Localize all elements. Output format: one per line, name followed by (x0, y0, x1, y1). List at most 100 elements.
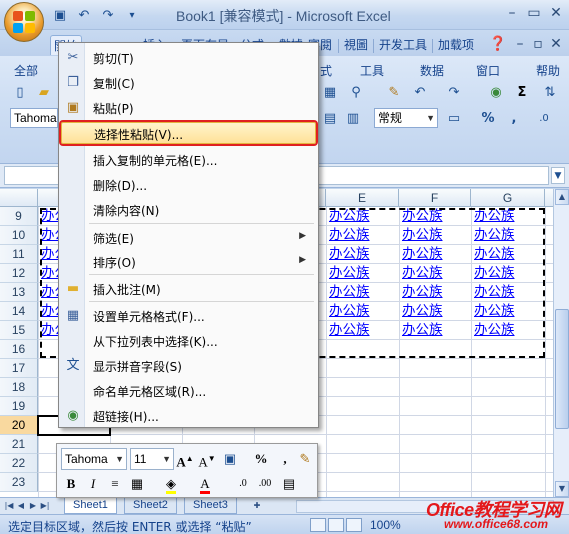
row-header-15[interactable]: 15 (0, 321, 38, 340)
redo-icon[interactable]: ↷ (98, 6, 118, 24)
sort-icon[interactable]: ⇅ (540, 82, 560, 102)
number-format-combo[interactable]: 常规 ▼ (374, 108, 438, 128)
close-icon[interactable]: ✕ (544, 3, 568, 23)
column-header-g[interactable]: G (471, 189, 545, 207)
row-header-17[interactable]: 17 (0, 359, 38, 378)
save-icon[interactable]: ▣ (50, 6, 70, 24)
last-sheet-icon[interactable]: ▶| (40, 500, 50, 512)
open-folder-icon[interactable]: ▰ (34, 82, 54, 102)
row-header-21[interactable]: 21 (0, 435, 38, 454)
menu-item-sort[interactable]: 排序(O) ▶ (61, 251, 316, 273)
merge-center-icon[interactable]: ▤ (320, 108, 340, 128)
bold-button[interactable]: B (61, 474, 81, 494)
menu-item-copy[interactable]: ❐ 复制(C) (61, 72, 316, 94)
menu-item-clear-contents[interactable]: 清除内容(N) (61, 199, 316, 221)
menu-item-insert-copied-cells[interactable]: 插入复制的单元格(E)... (61, 149, 316, 171)
menu-item-paste-special[interactable]: 选择性粘贴(V)... (59, 120, 318, 146)
menu-help[interactable]: 帮助 (536, 62, 560, 79)
tab-view[interactable]: 視圖 (341, 35, 371, 55)
sheet-tab-2[interactable]: Sheet2 (124, 498, 177, 514)
sheet-tab-1[interactable]: Sheet1 (64, 498, 117, 514)
comma-button[interactable]: , (504, 108, 524, 128)
row-header-16[interactable]: 16 (0, 340, 38, 359)
menu-item-show-phonetic[interactable]: 文显示拼音字段(S) (61, 355, 316, 377)
menu-tools[interactable]: 工具 (360, 62, 384, 79)
next-sheet-icon[interactable]: ▶ (28, 500, 38, 512)
menu-item-paste[interactable]: ▣ 粘贴(P) (61, 97, 316, 119)
minimize-icon[interactable]: – (500, 3, 524, 23)
wrap-text-icon[interactable]: ▥ (343, 108, 363, 128)
sheet-tab-3[interactable]: Sheet3 (184, 498, 237, 514)
menu-window[interactable]: 窗口 (476, 62, 500, 79)
mini-percent-button[interactable]: % (251, 449, 271, 469)
row-header-10[interactable]: 10 (0, 226, 38, 245)
new-file-icon[interactable]: ▯ (10, 82, 30, 102)
tab-developer[interactable]: 开发工具 (376, 35, 430, 55)
currency-icon[interactable]: ▭ (444, 108, 464, 128)
row-header-14[interactable]: 14 (0, 302, 38, 321)
fill-color-icon[interactable]: ◈ (161, 474, 181, 494)
hyperlink-toolbar-icon[interactable]: ◉ (486, 82, 506, 102)
row-header-13[interactable]: 13 (0, 283, 38, 302)
column-header-f[interactable]: F (399, 189, 471, 207)
scroll-up-icon[interactable]: ▲ (555, 189, 569, 205)
menu-item-insert-comment[interactable]: ▬ 插入批注(M) (61, 278, 316, 300)
mini-comma-button[interactable]: , (275, 449, 295, 469)
font-color-icon[interactable]: A (195, 474, 215, 494)
redo-toolbar-icon[interactable]: ↷ (444, 82, 464, 102)
menu-item-hyperlink[interactable]: ◉ 超链接(H)... (61, 405, 316, 427)
menu-item-pick-from-list[interactable]: 从下拉列表中选择(K)... (61, 330, 316, 352)
row-header-22[interactable]: 22 (0, 454, 38, 473)
vertical-scrollbar[interactable]: ▲ ▼ (553, 189, 569, 497)
grow-font-icon[interactable]: A▲ (175, 449, 195, 469)
increase-decimal-mini-icon[interactable]: .0 (233, 474, 253, 494)
menu-item-format-cells[interactable]: ▦ 设置单元格格式(F)... (61, 305, 316, 327)
format-painter-icon[interactable]: ✎ (384, 82, 404, 102)
customize-icon[interactable]: ▾ (122, 6, 142, 24)
column-header-e[interactable]: E (326, 189, 399, 207)
menu-format[interactable]: 式 (320, 62, 332, 79)
maximize-icon[interactable]: ▭ (522, 3, 546, 23)
increase-decimal-icon[interactable]: .0 (534, 108, 554, 128)
mini-font-size-combo[interactable]: 11 ▼ (130, 448, 174, 470)
merge-cells-icon[interactable]: ▤ (279, 474, 299, 494)
row-header-19[interactable]: 19 (0, 397, 38, 416)
decrease-decimal-mini-icon[interactable]: .00 (255, 474, 275, 494)
expand-formula-icon[interactable]: ▼ (551, 167, 565, 184)
page-layout-view-icon[interactable] (328, 518, 344, 532)
menu-all[interactable]: 全部 (14, 62, 38, 79)
row-header-12[interactable]: 12 (0, 264, 38, 283)
menu-item-name-range[interactable]: 命名单元格区域(R)... (61, 380, 316, 402)
row-header-23[interactable]: 23 (0, 473, 38, 492)
ribbon-close-icon[interactable]: ✕ (544, 34, 568, 54)
prev-sheet-icon[interactable]: ◀ (16, 500, 26, 512)
page-break-view-icon[interactable] (346, 518, 362, 532)
borders-icon[interactable]: ▦ (127, 474, 147, 494)
mini-format-painter-icon[interactable]: ✎ (295, 449, 315, 469)
table-icon[interactable]: ▦ (320, 82, 340, 102)
menu-item-delete[interactable]: 删除(D)... (61, 174, 316, 196)
menu-item-cut[interactable]: ✂ 剪切(T) (61, 47, 316, 69)
insert-sheet-icon[interactable]: ✚ (250, 500, 264, 512)
menu-data[interactable]: 数据 (420, 62, 444, 79)
help-icon[interactable]: ❓ (486, 34, 510, 54)
normal-view-icon[interactable] (310, 518, 326, 532)
row-header-20[interactable]: 20 (0, 416, 38, 435)
italic-button[interactable]: I (83, 474, 103, 494)
mini-font-name-combo[interactable]: Tahoma ▼ (61, 448, 127, 470)
percent-button[interactable]: % (478, 108, 498, 128)
column-header-h[interactable] (545, 189, 553, 207)
menu-item-filter[interactable]: 筛选(E) ▶ (61, 227, 316, 249)
first-sheet-icon[interactable]: |◀ (4, 500, 14, 512)
select-all-corner[interactable] (0, 189, 38, 207)
align-center-icon[interactable]: ≡ (105, 474, 125, 494)
accounting-format-icon[interactable]: ▣ (220, 449, 240, 469)
shrink-font-icon[interactable]: A▼ (197, 449, 217, 469)
font-name-combo[interactable]: Tahoma (10, 108, 58, 128)
find-icon[interactable]: ⚲ (346, 82, 366, 102)
undo-icon[interactable]: ↶ (74, 6, 94, 24)
row-header-18[interactable]: 18 (0, 378, 38, 397)
zoom-level[interactable]: 100% (370, 518, 401, 532)
row-header-11[interactable]: 11 (0, 245, 38, 264)
undo-toolbar-icon[interactable]: ↶ (410, 82, 430, 102)
